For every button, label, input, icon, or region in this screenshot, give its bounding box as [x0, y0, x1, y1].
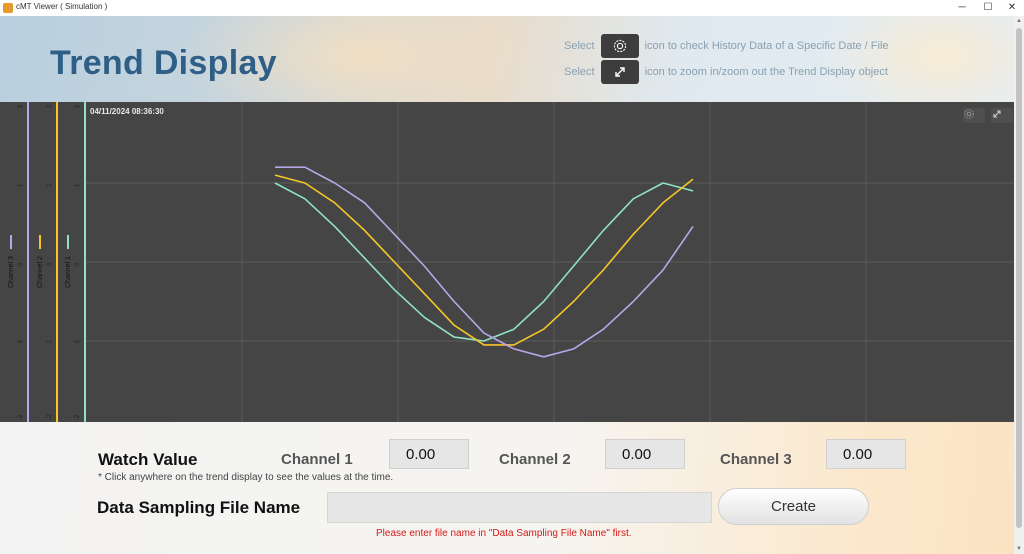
channel-2-value: 0.00 — [605, 439, 685, 469]
y-tick-label: 1 — [75, 183, 81, 187]
expand-icon — [614, 67, 625, 77]
channel-3-value: 0.00 — [826, 439, 906, 469]
app-content: Trend Display Select icon to check Histo… — [0, 16, 1014, 554]
scroll-thumb[interactable] — [1016, 28, 1022, 528]
y-tick-label: 1 — [18, 183, 24, 187]
channel-1-value: 0.00 — [389, 439, 469, 469]
channel-axis-label: Channel 3 — [8, 256, 15, 288]
file-name-warning: Please enter file name in "Data Sampling… — [376, 528, 632, 539]
y-tick-label: 1 — [47, 183, 53, 187]
channel-axis-label: Channel 1 — [65, 256, 72, 288]
gear-icon — [964, 109, 974, 119]
watch-hint: * Click anywhere on the trend display to… — [98, 472, 394, 483]
trend-timestamp: 04/11/2024 08:36:30 — [90, 107, 164, 116]
history-button[interactable] — [963, 108, 985, 123]
channel-1-label: Channel 1 — [281, 451, 353, 468]
y-tick-label: 2 — [75, 104, 81, 108]
page-title: Trend Display — [50, 44, 277, 82]
help-prefix: Select — [564, 66, 595, 78]
y-tick-label: 0 — [18, 262, 24, 266]
channel-2-label: Channel 2 — [499, 451, 571, 468]
watch-value-title: Watch Value — [98, 450, 198, 469]
history-help-button — [600, 34, 639, 58]
vertical-scrollbar[interactable]: ▲ ▼ — [1014, 16, 1024, 554]
y-tick-label: 0 — [75, 262, 81, 266]
close-button[interactable]: ✕ — [1000, 0, 1024, 16]
help-zoom: Select icon to zoom in/zoom out the Tren… — [564, 59, 888, 85]
y-tick-label: -1 — [18, 339, 24, 345]
help-history: Select icon to check History Data of a S… — [564, 33, 889, 59]
create-button[interactable]: Create — [718, 488, 869, 525]
file-name-label: Data Sampling File Name — [97, 498, 301, 517]
help-prefix: Select — [564, 40, 595, 52]
file-name-input[interactable] — [327, 492, 712, 523]
y-tick-label: 2 — [47, 104, 53, 108]
watch-panel: Watch Value Channel 1 0.00 Channel 2 0.0… — [0, 422, 1014, 554]
scroll-up-icon[interactable]: ▲ — [1014, 16, 1024, 26]
y-tick-label: -1 — [47, 339, 53, 345]
app-icon — [3, 3, 13, 13]
channel-3-label: Channel 3 — [720, 451, 792, 468]
maximize-button[interactable]: ☐ — [976, 0, 1000, 16]
channel-axis-label: Channel 2 — [37, 256, 44, 288]
series-line-channel-2 — [274, 174, 694, 346]
trend-chart — [10, 102, 1014, 422]
gear-icon — [613, 39, 626, 53]
y-tick-label: -1 — [75, 339, 81, 345]
zoom-button[interactable] — [991, 108, 1013, 123]
y-tick-label: -2 — [75, 414, 81, 420]
y-tick-label: 2 — [18, 104, 24, 108]
y-tick-label: -2 — [47, 414, 53, 420]
zoom-help-button — [600, 60, 639, 84]
window-titlebar: cMT Viewer ( Simulation ) ─ ☐ ✕ — [0, 0, 1024, 16]
y-tick-label: 0 — [47, 262, 53, 266]
expand-icon — [993, 110, 1001, 118]
help-text: icon to zoom in/zoom out the Trend Displ… — [644, 66, 888, 78]
scroll-down-icon[interactable]: ▼ — [1014, 544, 1024, 554]
y-tick-label: -2 — [18, 414, 24, 420]
help-text: icon to check History Data of a Specific… — [644, 40, 889, 52]
minimize-button[interactable]: ─ — [950, 0, 974, 16]
window-title: cMT Viewer ( Simulation ) — [16, 2, 108, 11]
trend-display[interactable]: 04/11/2024 08:36:30 Channel 3 -2 -1 0 1 2 Chan… — [0, 102, 1014, 422]
